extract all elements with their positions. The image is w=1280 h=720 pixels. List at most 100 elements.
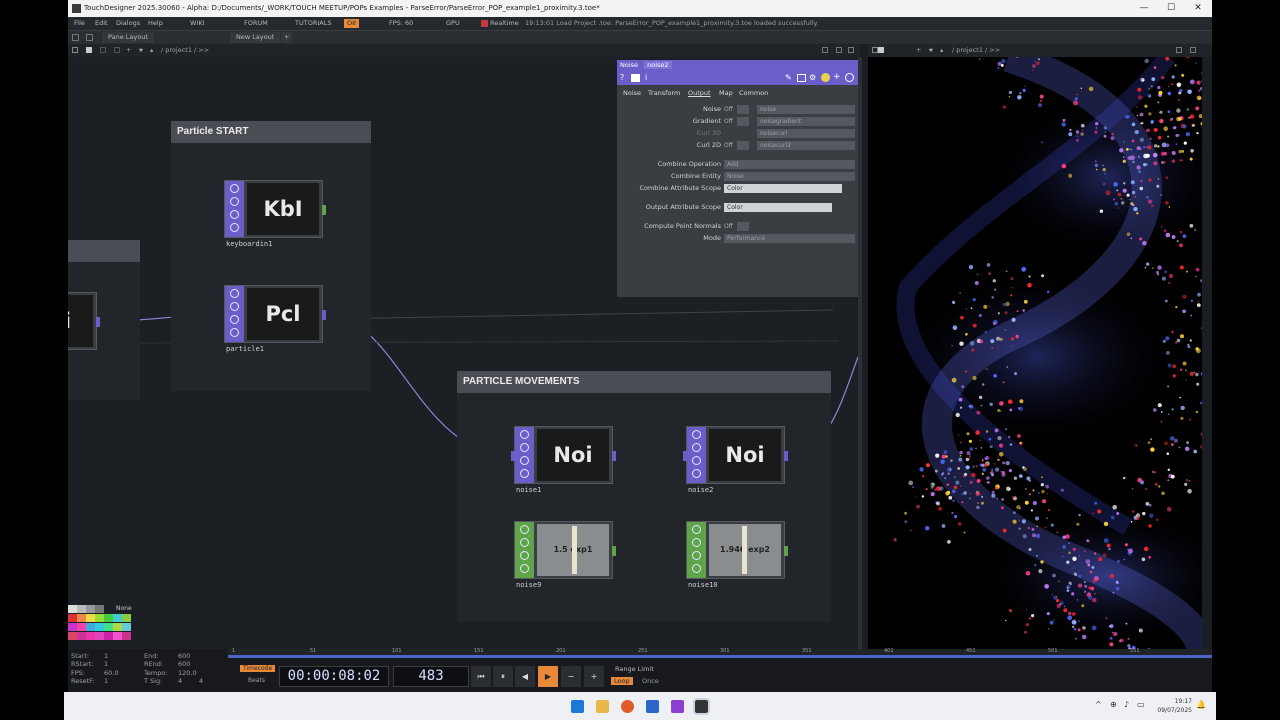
visual-studio-icon[interactable] — [646, 700, 659, 713]
field[interactable]: noisecurl — [757, 129, 855, 138]
network-editor[interactable]: i Particle START KbI keyboardin1 Pcl par… — [68, 57, 860, 649]
menu-file[interactable]: File — [74, 17, 85, 30]
forward-icon[interactable] — [114, 47, 120, 53]
output-connector[interactable] — [612, 546, 616, 556]
step-plus-button[interactable]: + — [584, 666, 604, 687]
color-palette[interactable]: None — [68, 605, 136, 649]
toggle[interactable]: Off — [724, 105, 736, 114]
firefox-icon[interactable] — [621, 700, 634, 713]
timeline-ruler[interactable]: 1 51 101 151 201 251 301 351 401 451 501… — [228, 648, 1212, 658]
add-icon[interactable]: + — [126, 44, 131, 57]
python-icon[interactable] — [821, 73, 830, 82]
particle-start-component[interactable]: Particle START — [171, 121, 371, 391]
output-connector[interactable] — [784, 451, 788, 461]
edit-icon[interactable]: ✎ — [785, 73, 792, 82]
info-icon[interactable]: i — [645, 73, 647, 82]
noise1-operator[interactable]: Noi — [511, 426, 616, 484]
start-value[interactable]: 1 — [104, 652, 108, 660]
fps-value[interactable]: 60.0 — [104, 669, 118, 677]
dropdown[interactable]: Noise — [724, 172, 855, 181]
add-icon[interactable]: + — [916, 44, 921, 57]
layout-icon[interactable] — [86, 34, 93, 41]
left-operator[interactable]: i — [68, 292, 100, 350]
render-viewer[interactable] — [868, 57, 1202, 649]
pane-layout-button[interactable]: Pane Layout — [102, 32, 154, 43]
notification-icon[interactable]: 🔔 — [1196, 700, 1206, 709]
input-connector[interactable] — [683, 451, 687, 461]
app-icon[interactable] — [671, 700, 684, 713]
noise2-operator[interactable]: Noi — [683, 426, 788, 484]
tab-map[interactable]: Map — [719, 89, 733, 97]
once-button[interactable]: Once — [642, 677, 659, 685]
clock-date[interactable]: 09/07/2025 — [1150, 707, 1192, 714]
loop-button[interactable]: Loop — [611, 677, 633, 685]
op-snippet-icon[interactable] — [631, 74, 640, 82]
touchdesigner-icon[interactable] — [693, 698, 710, 715]
pane-divider[interactable] — [858, 57, 862, 649]
volume-icon[interactable]: ♪ — [1124, 700, 1129, 709]
menu-dialogs[interactable]: Dialogs — [116, 17, 140, 30]
step-minus-button[interactable]: − — [561, 666, 581, 687]
close-button[interactable]: ✕ — [1185, 0, 1211, 17]
noise10-name[interactable]: noise10 — [688, 581, 718, 589]
noise2-name[interactable]: noise2 — [688, 486, 713, 494]
field[interactable]: Color — [724, 203, 832, 212]
pane-split-icon[interactable] — [836, 47, 842, 53]
keyboardin-name[interactable]: keyboardin1 — [226, 240, 272, 248]
rstart-value[interactable]: 1 — [104, 660, 108, 668]
particle-operator[interactable]: Pcl — [224, 285, 326, 343]
checkbox[interactable] — [737, 222, 749, 231]
rewind-button[interactable]: ⏮ — [471, 666, 491, 687]
new-layout-button[interactable]: New Layout — [230, 32, 281, 43]
tempo-value[interactable]: 120.0 — [178, 669, 197, 677]
timecode-mode-button[interactable]: Timecode — [240, 665, 276, 672]
param-op-name[interactable]: noise2 — [644, 61, 672, 69]
pause-button[interactable]: ⏸ — [493, 666, 513, 687]
back-icon[interactable] — [100, 47, 106, 53]
stop-icon[interactable] — [86, 47, 92, 53]
noise1-name[interactable]: noise1 — [516, 486, 541, 494]
step-back-button[interactable]: ◀ — [515, 666, 535, 687]
output-connector[interactable] — [96, 317, 100, 327]
start-icon[interactable] — [571, 700, 584, 713]
particle-name[interactable]: particle1 — [226, 345, 264, 353]
oi-button[interactable]: OII — [344, 19, 359, 28]
menu-icon[interactable] — [72, 47, 78, 53]
field[interactable]: noisegradient — [757, 117, 855, 126]
play-button[interactable]: ▶ — [538, 666, 558, 687]
resetf-value[interactable]: 1 — [104, 677, 108, 685]
pane-max-icon[interactable] — [848, 47, 854, 53]
home-icon[interactable] — [72, 34, 79, 41]
menu-help[interactable]: Help — [148, 17, 163, 30]
minimize-button[interactable]: — — [1131, 0, 1157, 17]
noise9-name[interactable]: noise9 — [516, 581, 541, 589]
parameter-dialog[interactable]: Noise noise2 ? i ✎ ⚙ + Noise Transform O… — [617, 60, 858, 297]
link-forum[interactable]: FORUM — [244, 17, 268, 30]
toggle[interactable]: Off — [724, 117, 736, 126]
tsig-value-a[interactable]: 4 — [178, 677, 182, 685]
input-connector[interactable] — [511, 451, 515, 461]
menu-edit[interactable]: Edit — [95, 17, 108, 30]
star-icon[interactable]: ★ — [138, 44, 144, 57]
dropdown[interactable]: Add — [724, 160, 855, 169]
keyboardin-operator[interactable]: KbI — [224, 180, 326, 238]
particle-movements-component[interactable]: PARTICLE MOVEMENTS — [457, 371, 831, 621]
help-icon[interactable]: ? — [620, 73, 624, 82]
toggle[interactable]: Off — [724, 141, 736, 150]
link-wiki[interactable]: WIKI — [190, 17, 205, 30]
tab-transform[interactable]: Transform — [648, 89, 680, 97]
pane-split-icon[interactable] — [1176, 47, 1182, 53]
output-connector[interactable] — [784, 546, 788, 556]
field[interactable]: noisecurl2 — [757, 141, 855, 150]
output-connector[interactable] — [322, 205, 326, 215]
tab-noise[interactable]: Noise — [623, 89, 641, 97]
checkbox[interactable] — [737, 141, 749, 150]
up-icon[interactable]: ▴ — [940, 44, 943, 57]
noise9-operator[interactable]: 1.5 exp1 — [514, 521, 616, 579]
settings-icon[interactable]: ⚙ — [809, 73, 816, 82]
dropdown[interactable]: Performance — [724, 234, 855, 243]
field[interactable]: Color — [724, 184, 842, 193]
noise10-operator[interactable]: 1.946 exp2 — [686, 521, 788, 579]
add-layout-button[interactable]: + — [281, 32, 293, 43]
add-icon[interactable]: + — [833, 72, 841, 82]
